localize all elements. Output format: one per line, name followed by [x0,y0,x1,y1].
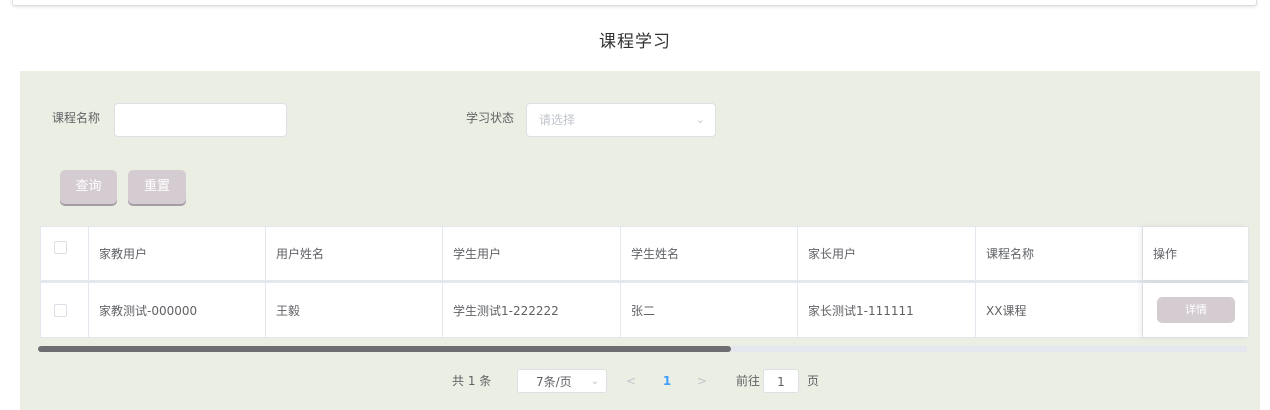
study-status-select[interactable]: 请选择 ⌄ [526,103,716,137]
column-header-user-name: 用户姓名 [266,227,443,280]
study-status-label: 学习状态 [466,111,515,125]
top-header-bar [12,0,1257,6]
scrollbar-thumb[interactable] [38,346,731,352]
next-page-button[interactable]: > [695,369,709,393]
prev-page-button[interactable]: < [624,369,638,393]
goto-page-input[interactable]: 1 [763,369,799,393]
row-checkbox[interactable] [54,304,67,317]
fixed-action-column-cell: 详情 [1143,283,1248,337]
chevron-down-icon: ⌄ [695,113,705,126]
course-name-input[interactable] [114,103,287,137]
cell-tutor-user: 家教测试-000000 [89,283,266,337]
page-size-value: 7条/页 [536,375,572,389]
table-header-row: 家教用户 用户姓名 学生用户 学生姓名 家长用户 课程名称 操作 [41,227,1248,283]
search-button[interactable]: 查询 [60,170,117,204]
cell-user-name: 王毅 [266,283,443,337]
pagination-total: 共 1 条 [452,374,492,388]
select-all-checkbox[interactable] [54,241,67,254]
cell-student-name: 张二 [621,283,798,337]
chevron-down-icon: ⌄ [590,376,599,387]
row-select-cell [41,283,89,337]
course-name-label: 课程名称 [52,111,101,125]
reset-button[interactable]: 重置 [128,170,186,204]
table-row: 家教测试-000000 王毅 学生测试1-222222 张二 家长测试1-111… [41,283,1248,337]
horizontal-scrollbar[interactable] [38,346,1247,352]
page-title: 课程学习 [599,32,671,52]
content-panel: 课程名称 学习状态 请选择 ⌄ 查询 重置 家教用户 用户姓名 学生用户 学生姓… [20,71,1260,410]
column-header-parent-user: 家长用户 [798,227,976,280]
study-status-placeholder: 请选择 [539,113,576,127]
cell-course-name: XX课程 [976,283,1143,337]
fixed-action-column-header: 操作 [1143,227,1248,280]
column-header-student-name: 学生姓名 [621,227,798,280]
goto-label: 前往 [736,374,761,388]
page-number-current[interactable]: 1 [660,369,674,393]
page-size-select[interactable]: 7条/页 ⌄ [517,369,607,393]
data-table: 家教用户 用户姓名 学生用户 学生姓名 家长用户 课程名称 操作 家教测试-00… [40,226,1249,338]
column-header-course-name: 课程名称 [976,227,1143,280]
column-header-tutor-user: 家教用户 [89,227,266,280]
cell-student-user: 学生测试1-222222 [443,283,621,337]
column-header-student-user: 学生用户 [443,227,621,280]
page-suffix: 页 [807,374,820,388]
select-all-cell [41,227,89,280]
column-header-action: 操作 [1153,247,1178,261]
pagination: 共 1 条 7条/页 ⌄ < 1 > 前往 1 页 [20,369,1260,397]
cell-parent-user: 家长测试1-111111 [798,283,976,337]
detail-button[interactable]: 详情 [1157,297,1235,323]
cell-action: 详情 [1143,283,1248,337]
